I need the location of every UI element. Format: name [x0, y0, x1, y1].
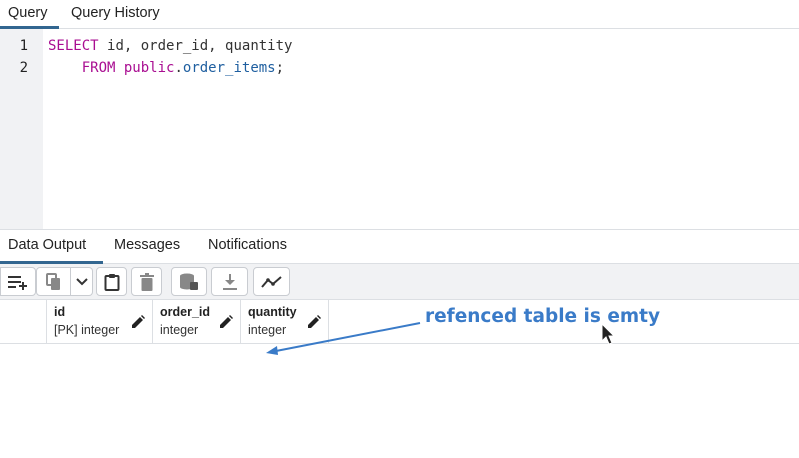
download-button[interactable] [211, 267, 248, 296]
save-data-button[interactable] [171, 267, 207, 296]
copy-options-dropdown[interactable] [71, 267, 93, 296]
query-tabbar: Query Query History [0, 0, 799, 29]
line-number: 1 [19, 38, 28, 54]
save-data-icon [180, 273, 198, 290]
sql-punct: . [174, 60, 183, 76]
line-number: 2 [19, 60, 28, 76]
column-name: id [54, 305, 66, 319]
tab-query-label: Query [8, 5, 48, 21]
sql-table: order_items [182, 60, 276, 76]
tab-data-output[interactable]: Data Output [0, 230, 103, 264]
tab-notifications[interactable]: Notifications [208, 230, 287, 264]
sql-keyword: SELECT [48, 38, 99, 54]
graph-icon [260, 275, 282, 288]
sql-editor[interactable]: 1 2 SELECT id, order_id, quantity FROM p… [0, 29, 799, 230]
tab-notifications-label: Notifications [208, 237, 287, 253]
sql-space [115, 60, 123, 76]
sql-punct: , [208, 38, 226, 54]
sql-punct: ; [275, 60, 285, 76]
edit-pencil-icon[interactable] [307, 315, 321, 329]
annotation-note: refenced table is emty [425, 306, 661, 327]
code-line-1[interactable]: SELECT id, order_id, quantity [48, 38, 292, 54]
tab-query-history[interactable]: Query History [71, 0, 160, 29]
download-icon [222, 273, 237, 290]
sql-indent [48, 60, 82, 76]
add-row-button[interactable] [0, 267, 36, 296]
delete-icon [139, 272, 154, 291]
sql-schema: public [123, 60, 175, 76]
column-name: quantity [248, 305, 297, 319]
tab-messages[interactable]: Messages [114, 230, 180, 264]
edit-pencil-icon[interactable] [131, 315, 145, 329]
column-type: integer [248, 323, 287, 337]
edit-pencil-icon[interactable] [219, 315, 233, 329]
tab-data-output-label: Data Output [8, 237, 87, 253]
code-line-2[interactable]: FROM public.order_items; [48, 60, 284, 76]
chevron-down-icon [75, 277, 88, 285]
result-grid-header: id [PK] integer order_id integer quantit… [0, 300, 799, 344]
paste-icon [104, 273, 119, 291]
line-number-gutter: 1 2 [0, 29, 43, 229]
column-type: integer [160, 323, 199, 337]
sql-keyword: FROM [81, 60, 116, 76]
graph-visualiser-button[interactable] [253, 267, 290, 296]
data-toolbar [0, 264, 799, 300]
sql-punct: , [123, 38, 141, 54]
tab-query-history-label: Query History [71, 5, 160, 21]
tab-query[interactable]: Query [0, 0, 59, 29]
column-header-order-id[interactable]: order_id integer [153, 300, 241, 343]
row-number-column [0, 300, 47, 343]
copy-button[interactable] [36, 267, 71, 296]
add-row-icon [8, 275, 27, 290]
delete-row-button[interactable] [131, 267, 162, 296]
output-tabbar: Data Output Messages Notifications [0, 230, 799, 264]
paste-button[interactable] [96, 267, 127, 296]
column-header-quantity[interactable]: quantity integer [241, 300, 329, 343]
sql-identifier: id [107, 38, 124, 54]
copy-icon [45, 272, 60, 290]
sql-identifier: quantity [225, 38, 293, 54]
tab-messages-label: Messages [114, 237, 181, 253]
column-header-id[interactable]: id [PK] integer [47, 300, 153, 343]
column-name: order_id [160, 305, 211, 319]
sql-identifier: order_id [140, 38, 209, 54]
column-type: [PK] integer [54, 323, 120, 337]
